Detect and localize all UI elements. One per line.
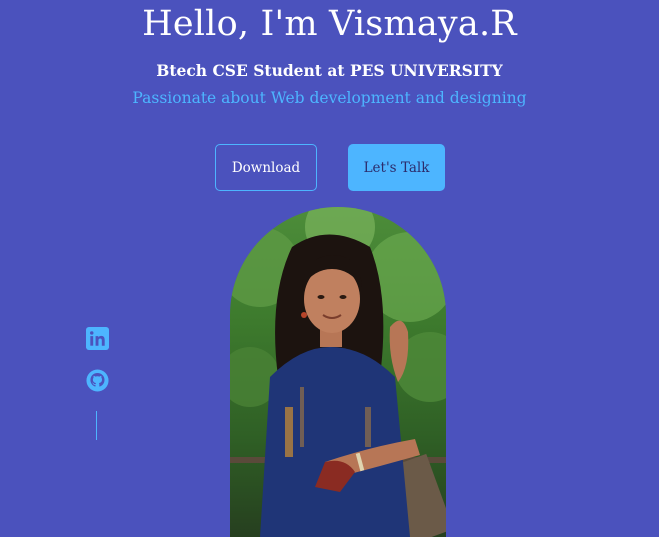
subtitle: Btech CSE Student at PES UNIVERSITY [156, 61, 503, 80]
tagline: Passionate about Web development and des… [132, 89, 527, 107]
profile-photo [230, 207, 446, 537]
profile-photo-illustration [230, 207, 446, 537]
page-title: Hello, I'm Vismaya.R [142, 4, 517, 44]
social-divider-line [96, 411, 97, 440]
github-icon[interactable] [86, 369, 109, 392]
download-button[interactable]: Download [215, 144, 317, 191]
lets-talk-button[interactable]: Let's Talk [348, 144, 445, 191]
linkedin-icon[interactable] [86, 327, 109, 350]
